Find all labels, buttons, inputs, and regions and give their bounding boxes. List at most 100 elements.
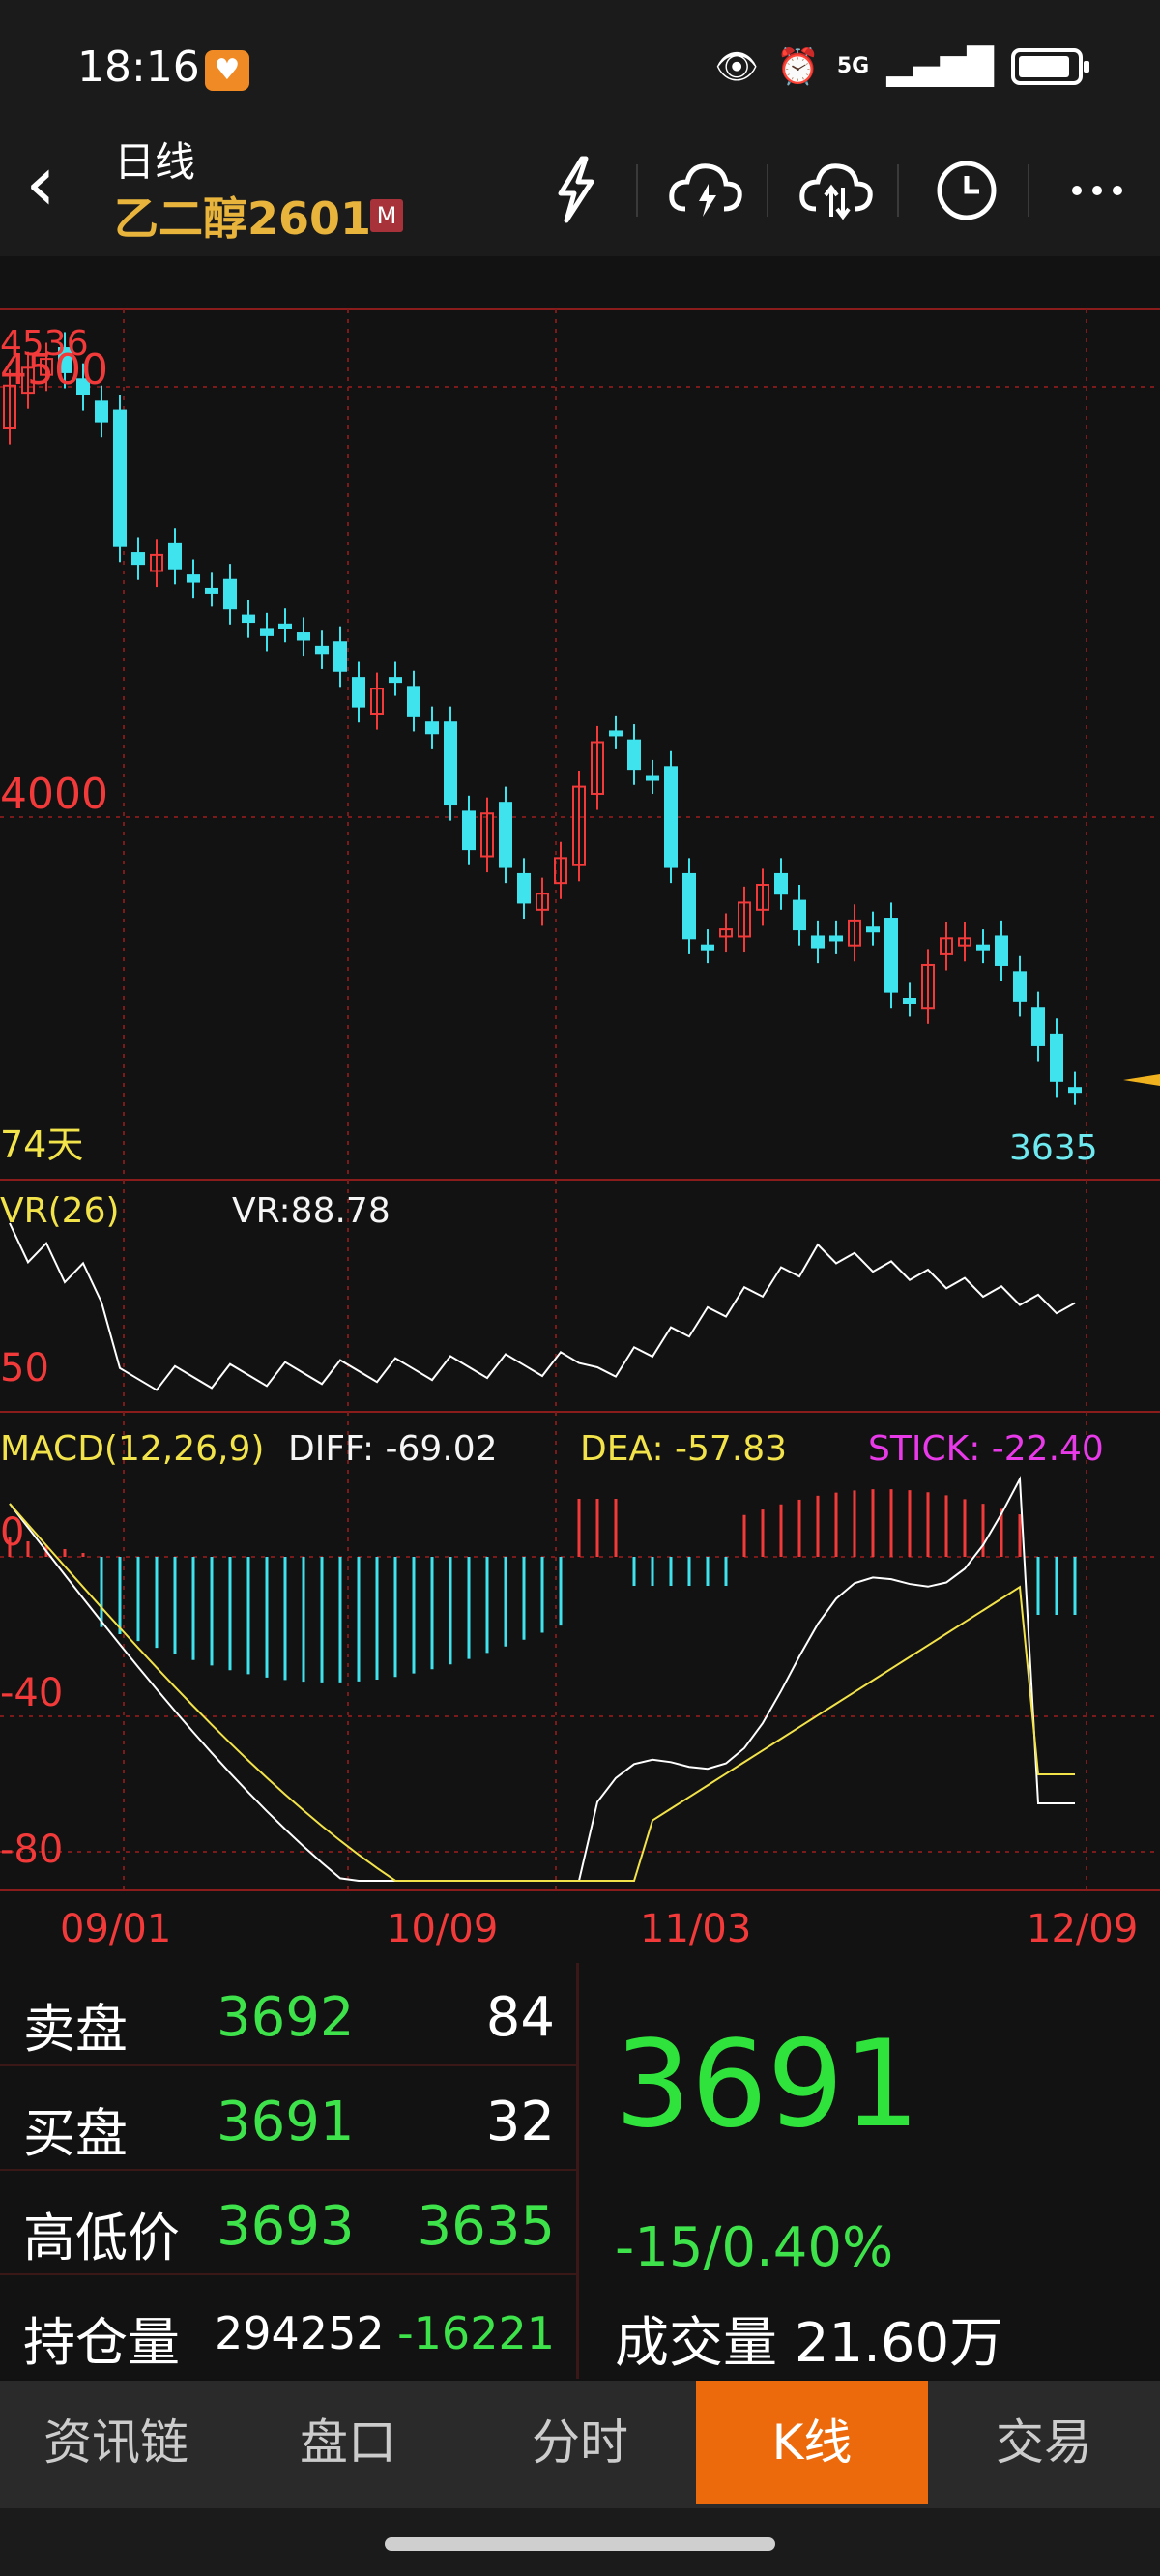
macd-level-0: 0 [0,1510,25,1555]
macd-name: MACD(12,26,9) [0,1429,265,1469]
candle-body [866,926,880,933]
candle-body [1050,1033,1063,1082]
tab-kline[interactable]: K线 [696,2381,928,2504]
toolbar-divider [767,164,768,217]
back-button[interactable]: ‹ [25,145,56,222]
status-time: 18:16 [77,43,200,92]
candle-body [168,542,182,570]
bid-price: 3691 [217,2091,355,2153]
candle-body [315,645,329,655]
candle-body [95,400,108,423]
candle-body [389,677,402,684]
candle-body [278,623,292,629]
open-interest-row: 持仓量 294252 -16221 [0,2276,578,2380]
macd-level-m40: -40 [0,1671,64,1715]
bid-row: 买盘 3691 32 [0,2067,578,2171]
x-label-3: 12/09 [1027,1907,1139,1951]
volume-label: 成交量 [615,2312,777,2375]
candle-body [462,810,476,851]
candle-body [664,766,678,868]
eye-icon: 👁 [714,47,760,87]
tab-intraday[interactable]: 分时 [464,2381,696,2504]
high-price: 3693 [217,2195,355,2258]
candle-body [884,918,898,993]
last-price-marker [1123,1074,1160,1086]
cloud-download-icon[interactable] [662,145,749,232]
ask-price: 3692 [217,1986,355,2049]
volume: 成交量 21.60万 [615,2299,1003,2378]
kline-chart[interactable]: 4536 4500 4000 74天 3635 VR(26) VR:88.78 … [0,256,1160,1963]
more-icon[interactable] [1054,145,1141,232]
bottom-tab-bar: 资讯链 盘口 分时 K线 交易 [0,2381,1160,2508]
candle-body [425,721,439,735]
candle-body [444,721,457,806]
tab-news-chain[interactable]: 资讯链 [0,2381,232,2504]
flash-icon[interactable] [532,145,619,232]
candle-body [407,686,420,717]
candle-body [297,632,310,641]
high-low-row: 高低价 3693 3635 [0,2172,578,2275]
candle-body [499,802,512,868]
chart-canvas [0,308,1160,1891]
vr-line [9,1222,1076,1391]
candle-body [774,872,788,895]
alarm-icon: ⏰ [776,47,820,87]
low-price: 3635 [417,2195,555,2258]
quote-divider [576,1963,579,2379]
network-label: 5G [836,54,870,78]
candle-body [829,935,843,942]
open-interest-label: 持仓量 [23,2312,180,2373]
price-level-4500: 4500 [0,345,108,395]
candle-body [811,935,825,949]
macd-stick: STICK: -22.40 [868,1429,1104,1469]
candle-body [609,730,623,737]
candle-body [976,944,990,951]
period-label: 日线 [114,138,196,186]
contract-title: 乙二醇2601 [114,192,372,245]
candle-body [334,641,347,672]
ask-label: 卖盘 [23,1999,128,2060]
candle-body [352,677,365,708]
candle-body [260,628,274,636]
status-icons: 👁 ⏰ 5G ▂▄▆█ [714,46,1089,87]
bid-label: 买盘 [23,2103,128,2164]
candle-body [682,872,696,940]
candle-body [205,587,218,594]
last-price: 3691 [615,2015,920,2154]
bid-volume: 32 [485,2091,555,2153]
candle-body [701,944,714,951]
candle-body [995,935,1008,966]
open-interest-change: -16221 [397,2307,555,2359]
open-interest: 294252 [215,2307,385,2359]
heart-app-icon: ♥ [205,50,249,91]
tab-order-book[interactable]: 盘口 [232,2381,464,2504]
candle-body [131,552,145,566]
vr-value: VR:88.78 [232,1191,391,1231]
candle-body [517,872,531,904]
price-change: -15/0.40% [615,2216,894,2279]
candle-body [646,775,659,781]
ask-volume: 84 [485,1986,555,2049]
home-indicator [0,2508,1160,2576]
ask-row: 卖盘 3692 84 [0,1963,578,2066]
candle-body [627,739,641,771]
market-badge: M [370,199,403,232]
candle-body [187,574,200,583]
status-bar: 18:16 ♥ 👁 ⏰ 5G ▂▄▆█ [0,0,1160,135]
candle-body [113,409,127,547]
candle-body [1068,1087,1082,1094]
macd-level-m80: -80 [0,1828,64,1872]
x-label-2: 11/03 [640,1907,752,1951]
quote-panel: 卖盘 3692 84 买盘 3691 32 高低价 3693 3635 持仓量 … [0,1963,1160,2379]
x-label-1: 10/09 [387,1907,499,1951]
price-level-4000: 4000 [0,770,108,819]
cloud-sync-icon[interactable] [793,145,880,232]
tab-trade[interactable]: 交易 [928,2381,1160,2504]
candle-body [1031,1007,1045,1046]
battery-icon [1011,48,1089,85]
vr-level-label: 50 [0,1346,49,1390]
clock-icon[interactable] [923,145,1010,232]
toolbar-divider [1028,164,1030,217]
candle-body [793,899,806,931]
candle-body [242,614,255,624]
